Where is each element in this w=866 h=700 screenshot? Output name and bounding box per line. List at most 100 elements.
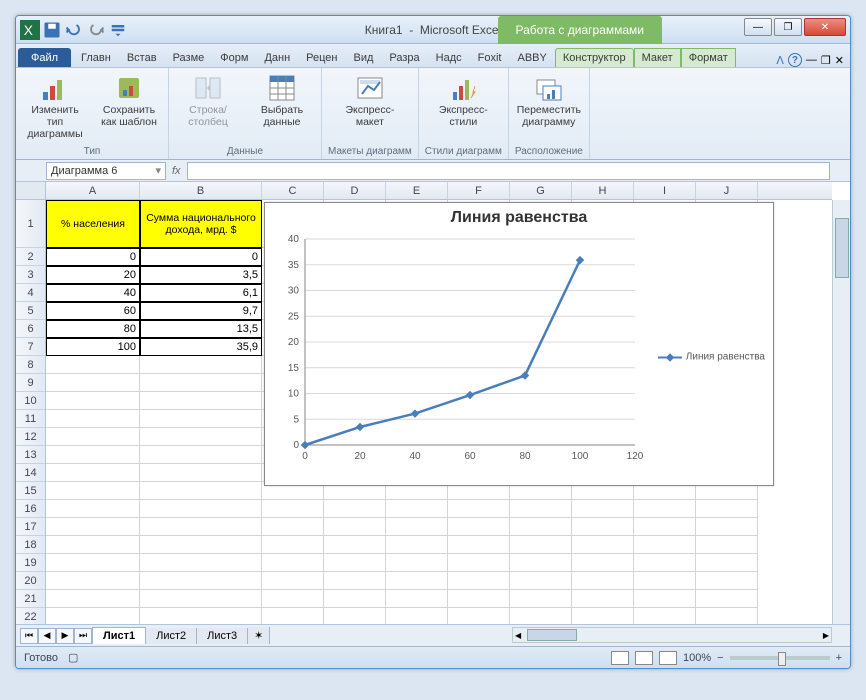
table-cell[interactable]: 40 bbox=[46, 284, 140, 302]
table-header[interactable]: Сумма национального дохода, мрд. $ bbox=[140, 200, 262, 248]
column-header[interactable]: E bbox=[386, 182, 448, 199]
tab-nav-last[interactable]: ⏭ bbox=[74, 628, 92, 644]
minimize-ribbon-icon[interactable]: ᐱ bbox=[776, 54, 784, 67]
table-cell[interactable]: 35,9 bbox=[140, 338, 262, 356]
row-header[interactable]: 17 bbox=[16, 518, 45, 536]
name-box[interactable]: Диаграмма 6▾ bbox=[46, 162, 166, 180]
view-normal-button[interactable] bbox=[611, 651, 629, 665]
row-header[interactable]: 15 bbox=[16, 482, 45, 500]
column-header[interactable]: D bbox=[324, 182, 386, 199]
minimize-button[interactable]: — bbox=[744, 18, 772, 36]
row-header[interactable]: 20 bbox=[16, 572, 45, 590]
column-header[interactable]: F bbox=[448, 182, 510, 199]
tab-chart-design[interactable]: Конструктор bbox=[555, 48, 634, 67]
row-header[interactable]: 3 bbox=[16, 266, 45, 284]
tab-view[interactable]: Вид bbox=[346, 48, 382, 67]
column-header[interactable]: J bbox=[696, 182, 758, 199]
table-cell[interactable]: 0 bbox=[46, 248, 140, 266]
switch-row-col-button[interactable]: Строка/столбец bbox=[175, 72, 241, 128]
row-header[interactable]: 19 bbox=[16, 554, 45, 572]
sheet-tab-3[interactable]: Лист3 bbox=[197, 628, 248, 644]
row-header[interactable]: 1 bbox=[16, 200, 45, 248]
tab-data[interactable]: Данн bbox=[256, 48, 298, 67]
tab-nav-next[interactable]: ▶ bbox=[56, 628, 74, 644]
row-header[interactable]: 16 bbox=[16, 500, 45, 518]
sheet-tab-1[interactable]: Лист1 bbox=[92, 627, 146, 644]
chart-title[interactable]: Линия равенства bbox=[265, 203, 773, 233]
column-header[interactable]: B bbox=[140, 182, 262, 199]
redo-icon[interactable] bbox=[86, 20, 106, 40]
tab-insert[interactable]: Встав bbox=[119, 48, 165, 67]
row-header[interactable]: 9 bbox=[16, 374, 45, 392]
help-icon[interactable]: ? bbox=[788, 53, 802, 67]
tab-file[interactable]: Файл bbox=[18, 48, 71, 67]
vertical-scrollbar[interactable] bbox=[832, 200, 850, 624]
row-header[interactable]: 11 bbox=[16, 410, 45, 428]
row-header[interactable]: 10 bbox=[16, 392, 45, 410]
quick-styles-button[interactable]: Экспресс-стили bbox=[430, 72, 496, 128]
table-cell[interactable]: 60 bbox=[46, 302, 140, 320]
tab-layout[interactable]: Разме bbox=[165, 48, 213, 67]
zoom-out-button[interactable]: − bbox=[717, 652, 723, 664]
tab-abbyy[interactable]: ABBY bbox=[509, 48, 554, 67]
table-cell[interactable]: 3,5 bbox=[140, 266, 262, 284]
table-cell[interactable]: 80 bbox=[46, 320, 140, 338]
tab-formulas[interactable]: Форм bbox=[212, 48, 256, 67]
view-page-break-button[interactable] bbox=[659, 651, 677, 665]
table-cell[interactable]: 13,5 bbox=[140, 320, 262, 338]
tab-nav-prev[interactable]: ◀ bbox=[38, 628, 56, 644]
tab-foxit[interactable]: Foxit bbox=[470, 48, 510, 67]
workbook-close-icon[interactable]: ✕ bbox=[835, 54, 844, 67]
row-header[interactable]: 7 bbox=[16, 338, 45, 356]
table-cell[interactable]: 6,1 bbox=[140, 284, 262, 302]
change-chart-type-button[interactable]: Изменить тип диаграммы bbox=[22, 72, 88, 140]
qat-more-icon[interactable] bbox=[108, 20, 128, 40]
maximize-button[interactable]: ❐ bbox=[774, 18, 802, 36]
row-header[interactable]: 6 bbox=[16, 320, 45, 338]
row-header[interactable]: 13 bbox=[16, 446, 45, 464]
formula-bar[interactable] bbox=[187, 162, 830, 180]
fx-icon[interactable]: fx bbox=[172, 165, 181, 177]
select-data-button[interactable]: Выбрать данные bbox=[249, 72, 315, 128]
column-header[interactable]: A bbox=[46, 182, 140, 199]
table-cell[interactable]: 0 bbox=[140, 248, 262, 266]
horizontal-scrollbar[interactable]: ◀▶ bbox=[512, 627, 832, 643]
tab-nav-first[interactable]: ⏮ bbox=[20, 628, 38, 644]
workbook-restore-icon[interactable]: ❐ bbox=[821, 54, 831, 67]
workbook-minimize-icon[interactable]: — bbox=[806, 54, 817, 66]
tab-addins[interactable]: Надс bbox=[428, 48, 470, 67]
zoom-slider[interactable] bbox=[730, 656, 830, 660]
cells-grid[interactable]: Линия равенства 051015202530354002040608… bbox=[46, 200, 832, 624]
move-chart-button[interactable]: Переместить диаграмму bbox=[516, 72, 582, 128]
row-header[interactable]: 2 bbox=[16, 248, 45, 266]
chart-object[interactable]: Линия равенства 051015202530354002040608… bbox=[264, 202, 774, 486]
quick-layout-button[interactable]: Экспресс-макет bbox=[337, 72, 403, 128]
row-header[interactable]: 8 bbox=[16, 356, 45, 374]
row-header[interactable]: 12 bbox=[16, 428, 45, 446]
sheet-tab-2[interactable]: Лист2 bbox=[146, 628, 197, 644]
row-header[interactable]: 14 bbox=[16, 464, 45, 482]
zoom-level[interactable]: 100% bbox=[683, 652, 711, 664]
table-cell[interactable]: 20 bbox=[46, 266, 140, 284]
tab-home[interactable]: Главн bbox=[73, 48, 119, 67]
table-header[interactable]: % населения bbox=[46, 200, 140, 248]
close-button[interactable]: ✕ bbox=[804, 18, 846, 36]
tab-review[interactable]: Рецен bbox=[298, 48, 345, 67]
column-header[interactable]: G bbox=[510, 182, 572, 199]
column-header[interactable]: C bbox=[262, 182, 324, 199]
new-sheet-button[interactable]: ✶ bbox=[248, 627, 270, 644]
tab-chart-format[interactable]: Формат bbox=[681, 48, 736, 67]
macro-record-icon[interactable]: ▢ bbox=[68, 651, 78, 664]
row-header[interactable]: 4 bbox=[16, 284, 45, 302]
column-header[interactable]: I bbox=[634, 182, 696, 199]
table-cell[interactable]: 9,7 bbox=[140, 302, 262, 320]
zoom-in-button[interactable]: + bbox=[836, 652, 842, 664]
column-header[interactable]: H bbox=[572, 182, 634, 199]
save-as-template-button[interactable]: Сохранить как шаблон bbox=[96, 72, 162, 128]
row-header[interactable]: 5 bbox=[16, 302, 45, 320]
chart-legend[interactable]: Линия равенства bbox=[658, 352, 765, 363]
row-header[interactable]: 21 bbox=[16, 590, 45, 608]
tab-developer[interactable]: Разра bbox=[381, 48, 427, 67]
tab-chart-layout[interactable]: Макет bbox=[634, 48, 681, 67]
table-cell[interactable]: 100 bbox=[46, 338, 140, 356]
